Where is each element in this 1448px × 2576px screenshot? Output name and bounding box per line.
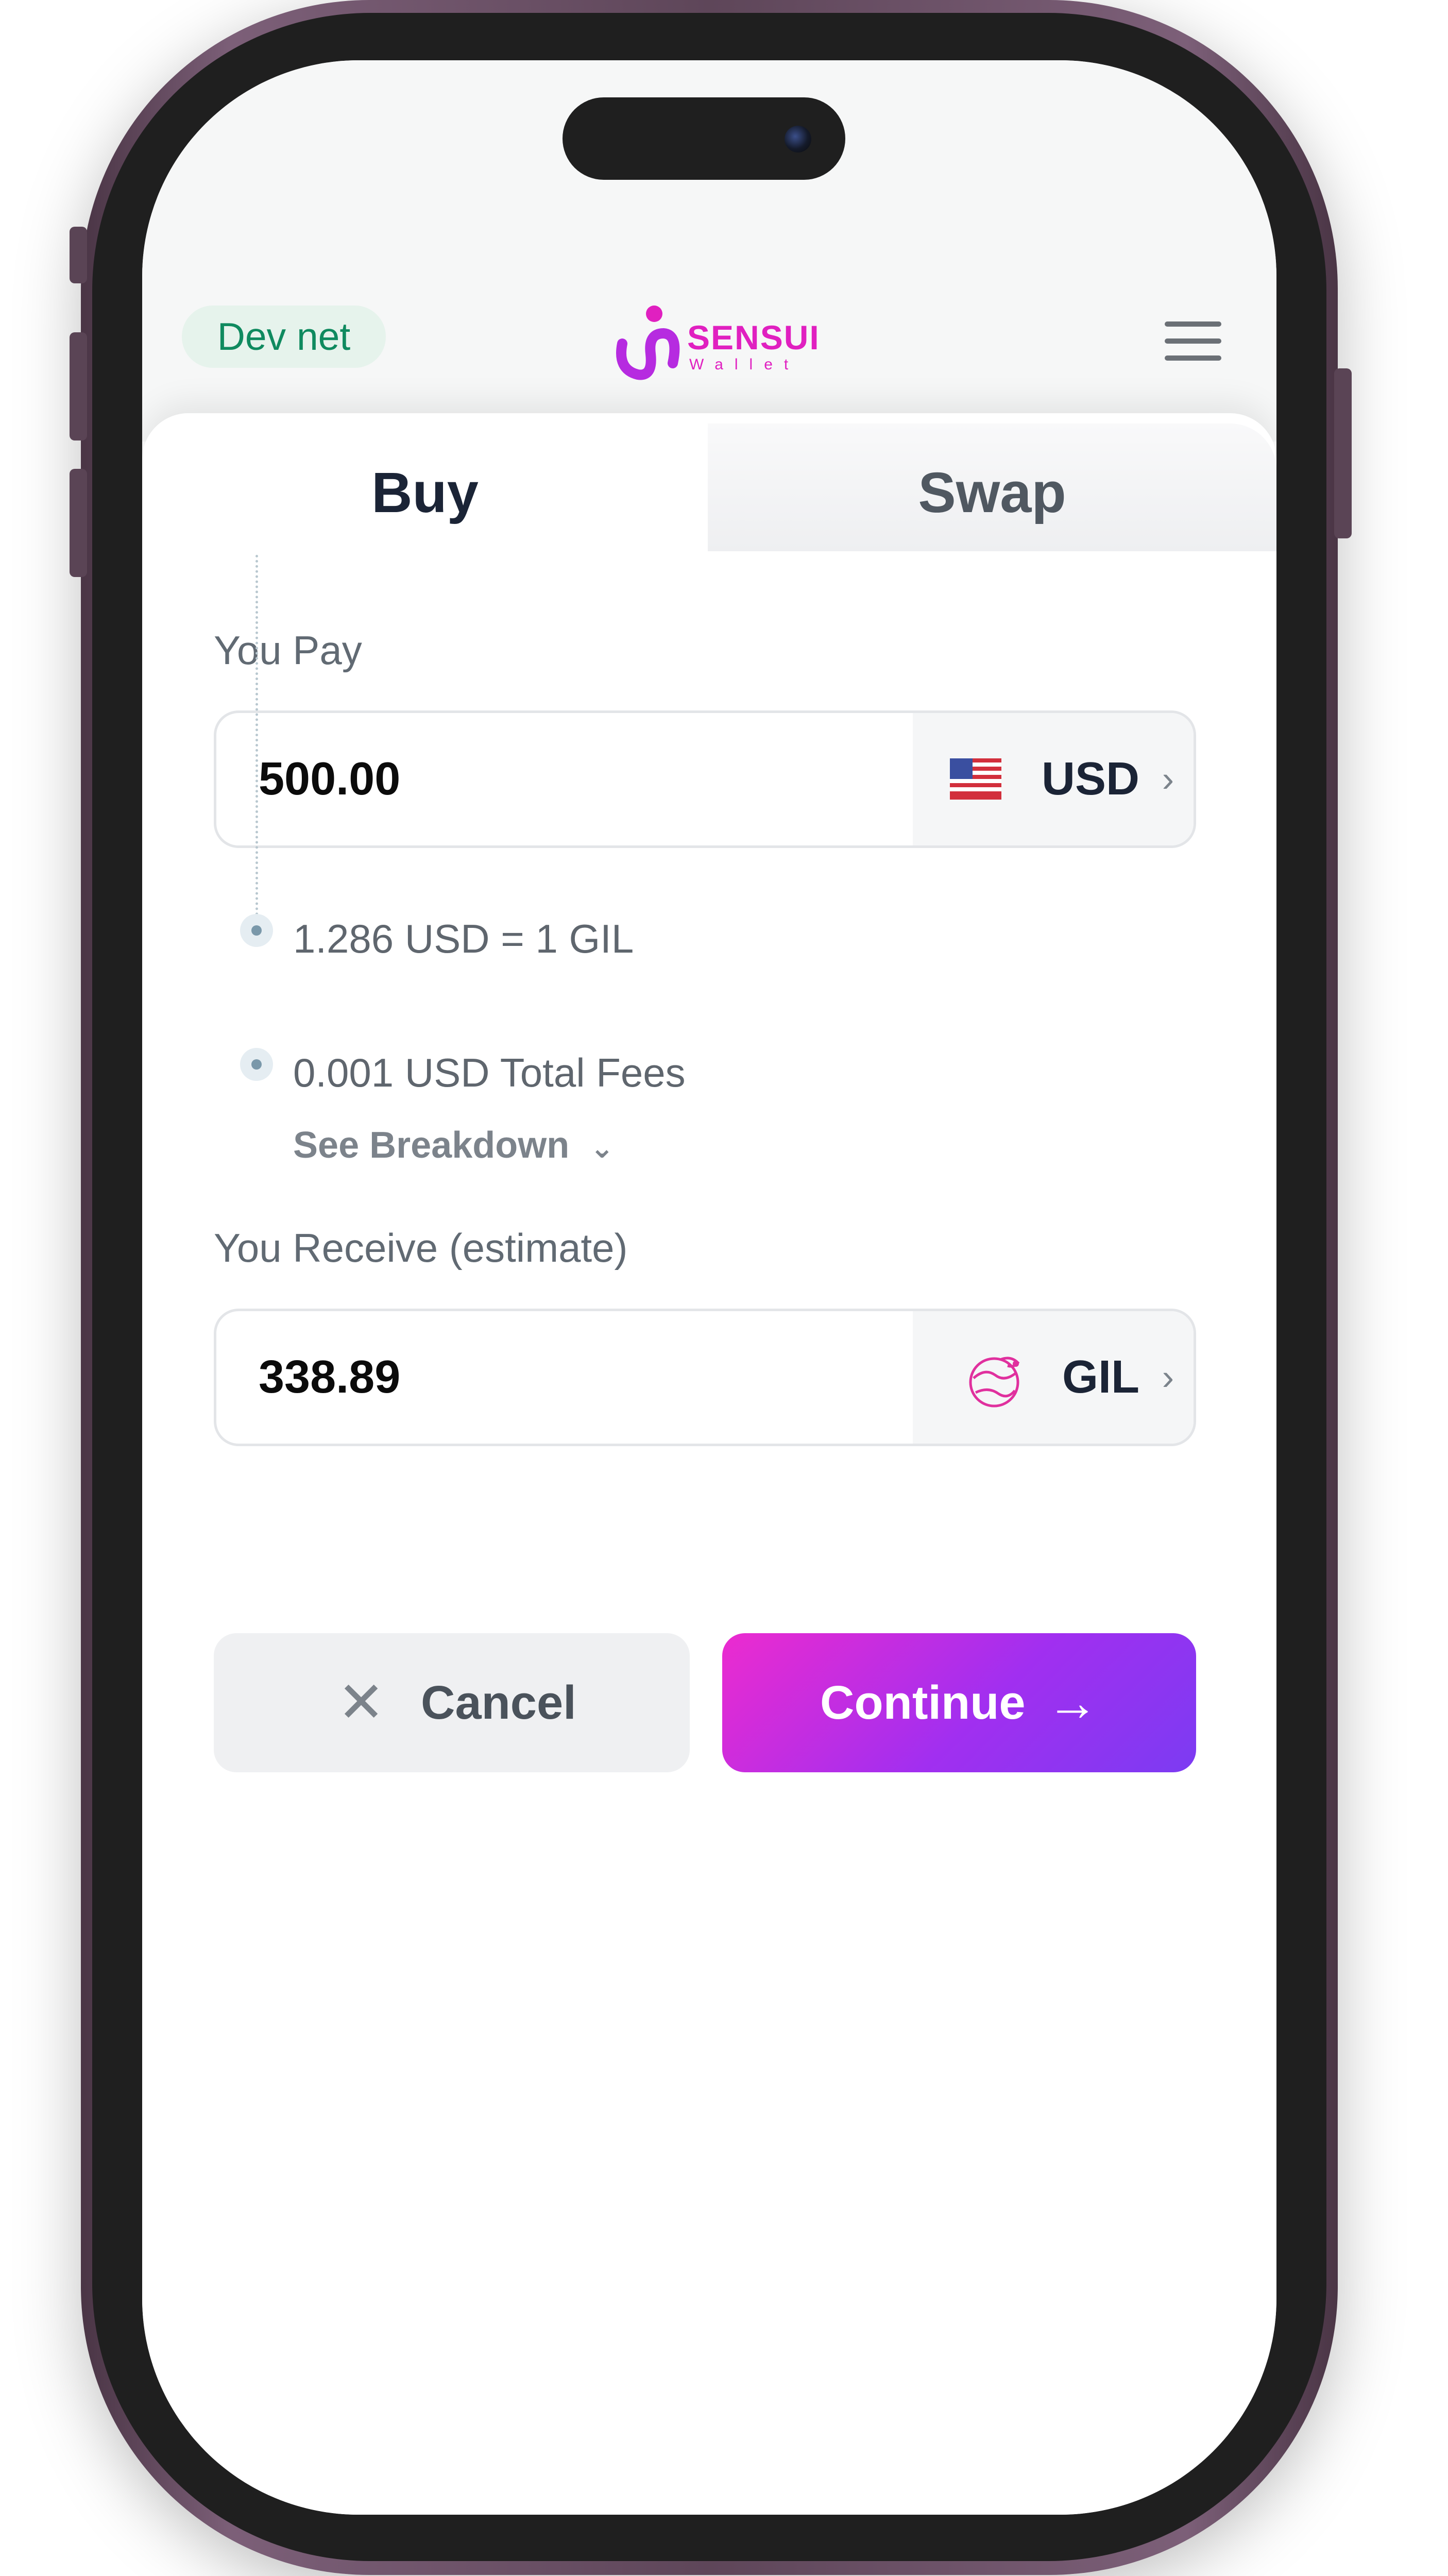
silent-switch <box>70 227 87 283</box>
network-badge: Dev net <box>182 306 386 368</box>
arrow-right-icon: → <box>1047 1674 1098 1732</box>
see-breakdown-label: See Breakdown <box>293 1125 570 1166</box>
see-breakdown-link[interactable]: See Breakdown ⌄ <box>293 1124 614 1166</box>
gil-token-icon <box>969 1357 1020 1408</box>
sensui-logo-mark-icon <box>616 306 680 380</box>
receive-amount-value: 338.89 <box>259 1351 401 1403</box>
cancel-button[interactable]: ✕ Cancel <box>214 1633 690 1772</box>
you-receive-label: You Receive (estimate) <box>214 1225 628 1270</box>
continue-button[interactable]: Continue → <box>722 1633 1196 1772</box>
pay-amount-value[interactable]: 500.00 <box>259 713 400 845</box>
tab-swap[interactable]: Swap <box>708 423 1276 551</box>
dynamic-island <box>563 97 845 180</box>
cancel-label: Cancel <box>421 1676 576 1729</box>
chevron-right-icon: › <box>1162 1357 1174 1397</box>
volume-up-button <box>70 332 87 440</box>
logo-name: SENSUI <box>687 318 820 357</box>
screen: Dev net SENSUI Wallet Buy Swap You Pay 5… <box>142 60 1276 2515</box>
receive-currency-selector[interactable]: GIL › <box>913 1311 1194 1444</box>
chevron-right-icon: › <box>1162 759 1174 799</box>
camera-icon <box>785 126 811 152</box>
pay-currency-selector[interactable]: USD › <box>913 713 1194 845</box>
details-timeline <box>255 555 258 916</box>
pay-amount-field[interactable]: 500.00 USD › <box>214 710 1196 848</box>
exchange-rate: 1.286 USD = 1 GIL <box>293 916 634 961</box>
sensui-logo: SENSUI Wallet <box>612 302 819 385</box>
power-button <box>1334 368 1352 538</box>
logo-subtitle: Wallet <box>689 356 800 373</box>
receive-amount-field[interactable]: 338.89 GIL › <box>214 1309 1196 1446</box>
you-pay-label: You Pay <box>214 628 362 673</box>
hamburger-menu-icon[interactable] <box>1162 315 1224 367</box>
us-flag-icon <box>950 758 1001 800</box>
total-fees: 0.001 USD Total Fees <box>293 1050 686 1095</box>
close-icon: ✕ <box>337 1671 385 1734</box>
chevron-down-icon: ⌄ <box>590 1131 615 1164</box>
timeline-dot-icon <box>240 1048 273 1081</box>
pay-currency-code: USD <box>1041 753 1139 805</box>
continue-label: Continue <box>820 1676 1026 1729</box>
tab-buy[interactable]: Buy <box>142 413 708 551</box>
timeline-dot-icon <box>240 914 273 947</box>
receive-currency-code: GIL <box>1062 1351 1139 1403</box>
volume-down-button <box>70 469 87 577</box>
